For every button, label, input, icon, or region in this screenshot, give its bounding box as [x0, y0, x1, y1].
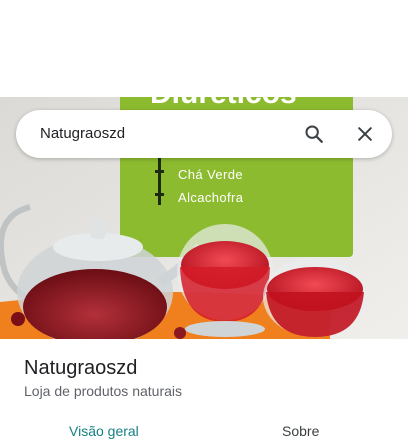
poster-item-2: Alcachofra	[178, 190, 244, 205]
search-bar[interactable]: Natugraoszd	[16, 110, 392, 158]
svg-text:Diuréticos: Diuréticos	[150, 97, 297, 110]
place-info-panel: Natugraoszd Loja de produtos naturais Vi…	[0, 339, 408, 439]
search-icon[interactable]	[296, 116, 332, 152]
tab-about[interactable]: Sobre	[282, 423, 319, 439]
tab-overview[interactable]: Visão geral	[69, 423, 139, 439]
map-top-area	[0, 0, 408, 97]
place-category: Loja de produtos naturais	[24, 383, 182, 399]
place-title: Natugraoszd	[24, 357, 138, 379]
poster-item-1: Chá Verde	[178, 167, 244, 182]
close-icon[interactable]	[347, 116, 383, 152]
search-input[interactable]: Natugraoszd	[40, 125, 125, 142]
